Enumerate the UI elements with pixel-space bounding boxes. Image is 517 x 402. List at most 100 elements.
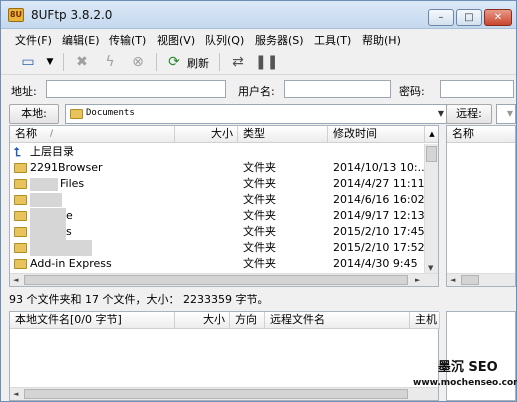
scroll-right-icon[interactable]: ► bbox=[415, 276, 420, 284]
transfer-queue: 本地文件名[0/0 字节] 大小 方向 远程文件名 主机 ◄ bbox=[9, 311, 440, 401]
remote-col-name[interactable]: 名称 bbox=[447, 126, 515, 143]
host-input[interactable] bbox=[46, 80, 226, 98]
menu-server[interactable]: 服务器(S) bbox=[255, 32, 304, 48]
chevron-down-icon[interactable]: ▼ bbox=[438, 109, 444, 118]
password-input[interactable] bbox=[440, 80, 514, 98]
file-name: Files bbox=[60, 177, 85, 190]
queue-col-direction[interactable]: 方向 bbox=[230, 312, 265, 329]
redacted-name bbox=[30, 178, 58, 191]
site-manager-dropdown-icon[interactable]: ▼ bbox=[41, 53, 59, 71]
vertical-scrollbar[interactable]: ▼ bbox=[424, 144, 438, 274]
refresh-label[interactable]: 刷新 bbox=[187, 55, 209, 71]
menu-help[interactable]: 帮助(H) bbox=[362, 32, 401, 48]
toolbar: ▭ ▼ ✖ ϟ ⊗ ⟳ 刷新 ⇄ ❚❚ bbox=[1, 49, 516, 75]
close-button[interactable]: ✕ bbox=[484, 9, 512, 26]
quick-connect-icon[interactable]: ϟ bbox=[101, 53, 119, 71]
queue-col-remote-file[interactable]: 远程文件名 bbox=[265, 312, 410, 329]
queue-horizontal-scrollbar[interactable]: ◄ bbox=[10, 387, 438, 400]
local-path-combo[interactable]: Documents ▼ bbox=[65, 104, 447, 124]
menu-bar: 文件(F) 编辑(E) 传输(T) 视图(V) 队列(Q) 服务器(S) 工具(… bbox=[1, 30, 516, 48]
scrollbar-thumb[interactable] bbox=[24, 389, 408, 399]
col-header-modified[interactable]: 修改时间 bbox=[328, 126, 425, 143]
address-bar: 地址: 用户名: 密码: bbox=[1, 77, 516, 101]
menu-tools[interactable]: 工具(T) bbox=[314, 32, 351, 48]
col-header-type[interactable]: 类型 bbox=[238, 126, 328, 143]
scrollbar-thumb[interactable] bbox=[461, 275, 479, 285]
local-file-list: 名称 / 大小 类型 修改时间 ▲ ⮤ 上层目录 2291Browser 文件夹… bbox=[9, 125, 439, 287]
remote-file-list: 名称 ◄ bbox=[446, 125, 516, 287]
remote-path-combo[interactable]: ▼ bbox=[496, 104, 516, 124]
table-row[interactable]: s 文件夹 2015/2/10 17:45 bbox=[10, 224, 425, 240]
file-modified: 2015/2/10 17:45 bbox=[333, 225, 425, 238]
folder-icon bbox=[14, 179, 27, 189]
refresh-icon[interactable]: ⟳ bbox=[165, 53, 183, 71]
file-modified: 2014/4/27 11:11 bbox=[333, 177, 425, 190]
table-row[interactable]: Add-in Express 文件夹 2014/4/30 9:45 bbox=[10, 256, 425, 272]
disconnect-icon[interactable]: ✖ bbox=[73, 53, 91, 71]
local-status-text: 93 个文件夹和 17 个文件，大小： 2233359 字节。 bbox=[9, 293, 269, 306]
table-row[interactable]: 文件夹 2014/6/16 16:02 bbox=[10, 192, 425, 208]
chevron-down-icon[interactable]: ▼ bbox=[507, 109, 513, 118]
col-header-name[interactable]: 名称 / bbox=[10, 126, 175, 143]
toolbar-separator bbox=[219, 53, 220, 71]
scroll-left-icon[interactable]: ◄ bbox=[13, 390, 18, 398]
menu-transfer[interactable]: 传输(T) bbox=[109, 32, 146, 48]
scrollbar-thumb[interactable] bbox=[426, 146, 437, 162]
file-type: 文件夹 bbox=[243, 225, 276, 238]
app-icon: 8U bbox=[8, 8, 24, 22]
table-row[interactable]: 文件夹 2015/2/10 17:52 bbox=[10, 240, 425, 256]
redacted-name bbox=[30, 224, 66, 240]
app-window: 8U 8UFtp 3.8.2.0 – □ ✕ 文件(F) 编辑(E) 传输(T)… bbox=[0, 0, 517, 402]
menu-queue[interactable]: 队列(Q) bbox=[205, 32, 244, 48]
table-row[interactable]: Files 文件夹 2014/4/27 11:11 bbox=[10, 176, 425, 192]
watermark: 墨沉 SEO www.mochenseo.com bbox=[413, 356, 517, 388]
parent-dir-row[interactable]: ⮤ 上层目录 bbox=[10, 144, 425, 160]
transfer-queue-icon[interactable]: ⇄ bbox=[229, 53, 247, 71]
file-type: 文件夹 bbox=[243, 209, 276, 222]
password-label: 密码: bbox=[399, 85, 425, 98]
scroll-left-icon[interactable]: ◄ bbox=[450, 276, 455, 284]
file-modified: 2014/4/30 9:45 bbox=[333, 257, 418, 270]
scrollbar-thumb[interactable] bbox=[24, 275, 408, 285]
site-manager-icon[interactable]: ▭ bbox=[19, 53, 37, 71]
scroll-up-icon[interactable]: ▲ bbox=[425, 126, 438, 143]
watermark-url: www.mochenseo.com bbox=[413, 378, 517, 388]
col-header-name-label: 名称 bbox=[15, 127, 37, 140]
pause-icon[interactable]: ❚❚ bbox=[255, 53, 278, 71]
file-type: 文件夹 bbox=[243, 193, 276, 206]
folder-icon bbox=[14, 195, 27, 205]
scroll-down-icon[interactable]: ▼ bbox=[428, 264, 433, 272]
queue-col-size[interactable]: 大小 bbox=[175, 312, 230, 329]
table-row[interactable]: e 文件夹 2014/9/17 12:13 bbox=[10, 208, 425, 224]
table-row[interactable]: 2291Browser 文件夹 2014/10/13 10:... bbox=[10, 160, 425, 176]
remote-horizontal-scrollbar[interactable]: ◄ bbox=[447, 273, 515, 286]
col-header-size[interactable]: 大小 bbox=[175, 126, 238, 143]
file-type: 文件夹 bbox=[243, 241, 276, 254]
folder-icon bbox=[14, 163, 27, 173]
file-name: Add-in Express bbox=[30, 257, 112, 270]
stop-icon[interactable]: ⊗ bbox=[129, 53, 147, 71]
minimize-button[interactable]: – bbox=[428, 9, 454, 26]
file-type: 文件夹 bbox=[243, 257, 276, 270]
local-path-bar: 本地: Documents ▼ bbox=[9, 104, 447, 125]
host-label: 地址: bbox=[11, 85, 37, 98]
menu-file[interactable]: 文件(F) bbox=[15, 32, 52, 48]
maximize-button[interactable]: □ bbox=[456, 9, 482, 26]
local-path-label: 本地: bbox=[9, 104, 59, 124]
queue-col-host[interactable]: 主机 bbox=[410, 312, 440, 329]
title-bar: 8U 8UFtp 3.8.2.0 – □ ✕ bbox=[1, 1, 516, 29]
horizontal-scrollbar[interactable]: ◄ ► bbox=[10, 273, 438, 286]
file-modified: 2014/10/13 10:... bbox=[333, 161, 425, 174]
menu-edit[interactable]: 编辑(E) bbox=[62, 32, 100, 48]
username-input[interactable] bbox=[284, 80, 391, 98]
folder-icon bbox=[14, 211, 27, 221]
menu-view[interactable]: 视图(V) bbox=[157, 32, 195, 48]
file-type: 文件夹 bbox=[243, 177, 276, 190]
folder-icon bbox=[14, 259, 27, 269]
remote-path-bar: 远程: ▼ bbox=[446, 104, 516, 125]
scroll-left-icon[interactable]: ◄ bbox=[13, 276, 18, 284]
file-type: 文件夹 bbox=[243, 161, 276, 174]
queue-col-local-file[interactable]: 本地文件名[0/0 字节] bbox=[10, 312, 175, 329]
redacted-name bbox=[30, 208, 66, 224]
file-name: s bbox=[66, 225, 72, 238]
